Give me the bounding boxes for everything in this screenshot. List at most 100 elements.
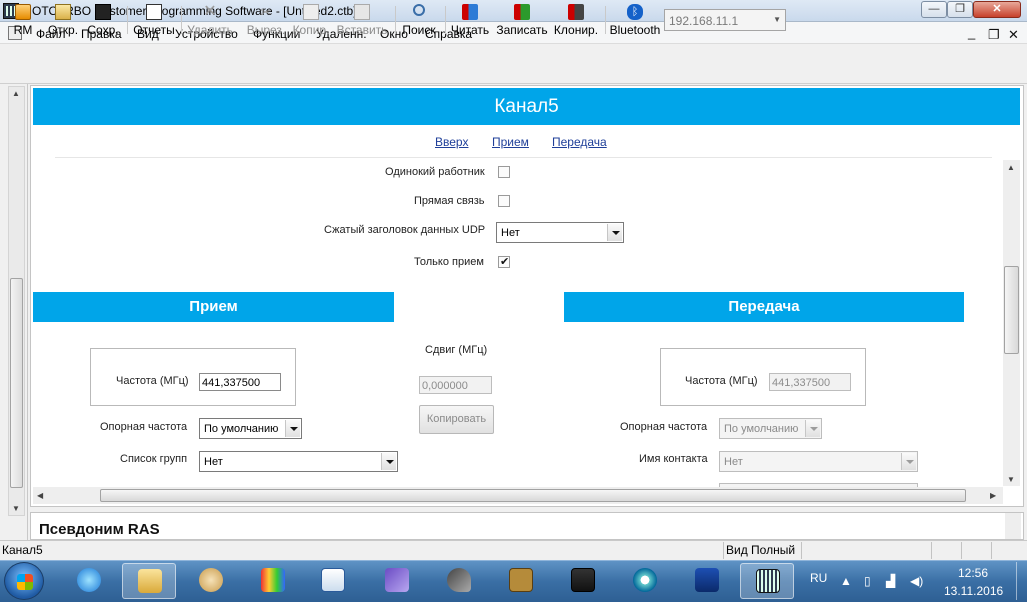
editor-vertical-scrollbar-thumb[interactable] xyxy=(1004,266,1019,354)
paste-label: Вставить xyxy=(336,23,388,37)
group-list-value: Нет xyxy=(204,456,223,468)
media-player-icon xyxy=(321,568,345,592)
chevron-down-icon xyxy=(805,420,820,437)
bluetooth-button[interactable]: ᛒ Bluetooth xyxy=(609,2,661,38)
write-button[interactable]: Записать xyxy=(495,2,549,38)
save-disk-icon xyxy=(95,4,111,20)
ip-address-combo[interactable]: 192.168.11.1 ▼ xyxy=(664,9,786,31)
copy-button[interactable]: Копир. xyxy=(291,2,331,38)
clock-time[interactable]: 12:56 xyxy=(958,566,988,580)
device-icon[interactable]: ▯ xyxy=(864,574,871,588)
delete-button[interactable]: ✕ Удалить xyxy=(185,2,235,38)
tx-frequency-input[interactable]: 441,337500 xyxy=(769,373,851,391)
clone-radio-icon xyxy=(568,4,584,20)
scroll-up-arrow-icon[interactable]: ▲ xyxy=(1007,163,1015,172)
tx-ref-frequency-label: Опорная частота xyxy=(620,421,708,433)
taskbar-abbyy[interactable] xyxy=(680,563,734,599)
scroll-right-arrow-icon[interactable]: ▶ xyxy=(990,491,996,500)
group-list-select[interactable]: Нет xyxy=(199,451,398,472)
close-button[interactable]: ✕ xyxy=(973,1,1021,18)
taskbar-pencils[interactable] xyxy=(246,563,300,599)
status-cell-empty xyxy=(801,542,931,559)
read-radio-icon xyxy=(462,4,478,20)
taskbar-explorer[interactable] xyxy=(122,563,176,599)
rx-ref-frequency-select[interactable]: По умолчанию xyxy=(199,418,302,439)
scroll-down-arrow-icon[interactable]: ▼ xyxy=(12,504,20,513)
start-button[interactable] xyxy=(4,562,44,600)
contact-name-select[interactable]: Нет xyxy=(719,451,918,472)
delete-x-icon: ✕ xyxy=(203,3,217,20)
ras-alias-pane xyxy=(30,512,1024,540)
mdi-restore-button[interactable]: ❐ xyxy=(988,27,1000,43)
scroll-down-arrow-icon[interactable]: ▼ xyxy=(1007,475,1015,484)
read-button[interactable]: Читать xyxy=(449,2,491,38)
tx-ref-frequency-select[interactable]: По умолчанию xyxy=(719,418,822,439)
cut-label: Вырез. xyxy=(246,23,286,37)
editor-horizontal-scrollbar-thumb[interactable] xyxy=(100,489,966,502)
rx-only-label: Только прием xyxy=(414,256,484,268)
open-button[interactable]: Откр. xyxy=(44,2,82,38)
talkaround-checkbox[interactable] xyxy=(498,195,510,207)
rx-frequency-input[interactable]: 441,337500 xyxy=(199,373,281,391)
show-desktop-button[interactable] xyxy=(1016,562,1027,600)
toolbar-separator xyxy=(605,6,606,34)
network-signal-icon[interactable]: ▟ xyxy=(886,574,895,588)
save-button[interactable]: Сохр. xyxy=(84,2,122,38)
taskbar-paint[interactable] xyxy=(184,563,238,599)
microphone-icon xyxy=(447,568,471,592)
rx-only-checkbox[interactable] xyxy=(498,255,510,268)
left-scrollbar-thumb[interactable] xyxy=(10,278,23,488)
mdi-minimize-button[interactable]: _ xyxy=(968,25,975,40)
maximize-button[interactable]: ❐ xyxy=(947,1,973,18)
copy-frequency-button[interactable]: Копировать xyxy=(419,405,494,434)
cut-button[interactable]: ✂ Вырез. xyxy=(243,2,289,38)
input-language-indicator[interactable]: RU xyxy=(810,571,827,585)
status-cell-empty xyxy=(991,542,1025,559)
udp-header-select[interactable]: Нет xyxy=(496,222,624,243)
link-receive[interactable]: Прием xyxy=(492,135,529,149)
taskbar-dosbox[interactable] xyxy=(494,563,548,599)
link-up[interactable]: Вверх xyxy=(435,135,468,149)
taskbar-media[interactable] xyxy=(306,563,360,599)
ras-pane-scrollbar[interactable] xyxy=(1005,513,1021,539)
toolbar-separator xyxy=(127,6,128,34)
volume-icon[interactable]: ◀) xyxy=(910,574,923,588)
taskbar-radio-app[interactable] xyxy=(556,563,610,599)
rx-frequency-label: Частота (МГц) xyxy=(116,375,189,387)
lone-worker-label: Одинокий работник xyxy=(385,166,485,178)
search-button[interactable]: Поиск xyxy=(399,2,439,38)
tx-ref-frequency-value: По умолчанию xyxy=(724,423,799,435)
group-list-label: Список групп xyxy=(120,453,188,465)
contact-name-value: Нет xyxy=(724,456,743,468)
rx-frequency-value: 441,337500 xyxy=(202,377,261,389)
chevron-down-icon: ▼ xyxy=(773,15,781,24)
ab-icon xyxy=(695,568,719,592)
ras-alias-title: Псевдоним RAS xyxy=(39,521,160,538)
paste-button[interactable]: Вставить xyxy=(335,2,389,38)
scroll-left-arrow-icon[interactable]: ◀ xyxy=(37,491,43,500)
write-label: Записать xyxy=(496,23,548,37)
taskbar-mototrbo-cps[interactable] xyxy=(740,563,794,599)
taskbar-visual-studio[interactable] xyxy=(370,563,424,599)
paste-icon xyxy=(354,4,370,20)
reports-button[interactable]: Отчеты xyxy=(131,2,177,38)
read-label: Читать xyxy=(450,23,490,37)
disc-icon xyxy=(633,568,657,592)
mdi-close-button[interactable]: ✕ xyxy=(1008,27,1019,43)
minimize-button[interactable]: — xyxy=(921,1,947,18)
taskbar-disk-utility[interactable] xyxy=(618,563,672,599)
taskbar-microphone[interactable] xyxy=(432,563,486,599)
clone-button[interactable]: Клонир. xyxy=(553,2,599,38)
lone-worker-checkbox[interactable] xyxy=(498,166,510,178)
show-hidden-icons-icon[interactable]: ▲ xyxy=(840,574,852,588)
rm-button[interactable]: RM xyxy=(8,2,38,38)
rm-icon xyxy=(15,4,31,20)
scroll-up-arrow-icon[interactable]: ▲ xyxy=(12,89,20,98)
clock-date[interactable]: 13.11.2016 xyxy=(944,584,1003,598)
palette-icon xyxy=(199,568,223,592)
offset-input[interactable]: 0,000000 xyxy=(419,376,492,394)
rx-section-header: Прием xyxy=(33,292,394,322)
link-transmit[interactable]: Передача xyxy=(552,135,607,149)
chevron-down-icon xyxy=(901,453,916,470)
taskbar-ie[interactable] xyxy=(62,563,116,599)
